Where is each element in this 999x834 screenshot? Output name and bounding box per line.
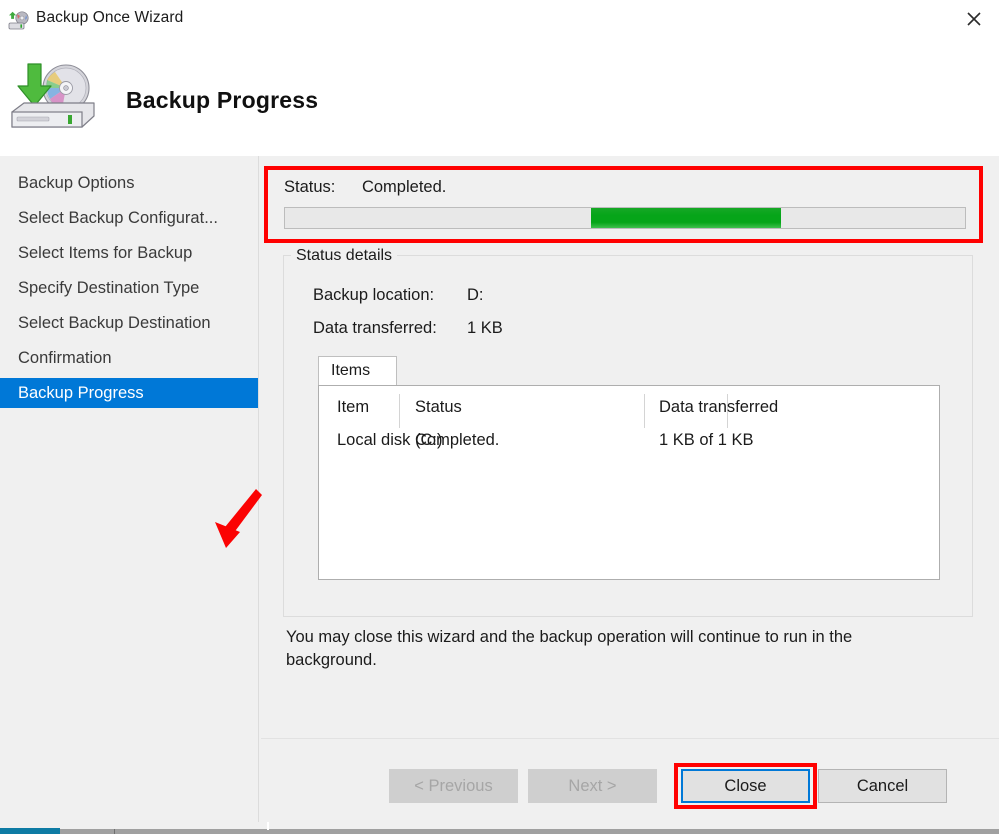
cancel-button[interactable]: Cancel — [818, 769, 947, 803]
status-label: Status: — [284, 178, 336, 196]
wizard-note-text: You may close this wizard and the backup… — [286, 628, 853, 669]
sidebar-item-backup-options[interactable]: Backup Options — [0, 168, 258, 198]
backup-disk-icon — [6, 54, 100, 142]
status-value: Completed. — [361, 178, 447, 196]
taskbar-active-indicator[interactable] — [0, 828, 60, 834]
title-bar: Backup Once Wizard — [0, 0, 999, 44]
sidebar-item-specify-destination[interactable]: Specify Destination Type — [0, 273, 258, 303]
progress-bar-fill — [591, 208, 782, 228]
wizard-header: Backup Progress — [0, 44, 999, 156]
tab-items[interactable]: Items — [318, 356, 397, 386]
backup-location-value: D: — [467, 286, 484, 304]
cell-data-transferred[interactable]: 1 KB of 1 KB — [659, 431, 753, 450]
status-row: Status: Completed. — [284, 178, 446, 197]
column-separator[interactable] — [399, 394, 400, 428]
backup-location-label: Backup location: — [313, 286, 435, 304]
sidebar-item-select-destination[interactable]: Select Backup Destination — [0, 308, 258, 338]
column-header-data-transferred[interactable]: Data transferred — [659, 398, 778, 417]
next-button[interactable]: Next > — [528, 769, 657, 803]
sidebar-item-backup-progress[interactable]: Backup Progress — [0, 378, 258, 408]
taskbar-strip — [0, 822, 999, 834]
taskbar-notch — [267, 822, 269, 830]
backup-wizard-icon — [8, 10, 30, 32]
taskbar-tick — [114, 829, 115, 834]
wizard-body: Backup Options Select Backup Configurat.… — [0, 156, 999, 822]
sidebar-divider — [258, 156, 259, 822]
taskbar-line — [0, 829, 999, 834]
column-separator[interactable] — [644, 394, 645, 428]
data-transferred-label: Data transferred: — [313, 319, 437, 337]
page-title: Backup Progress — [126, 87, 319, 113]
close-icon[interactable] — [955, 4, 993, 34]
wizard-footer: < Previous Next > Close Cancel — [261, 739, 999, 822]
data-transferred-value: 1 KB — [467, 319, 503, 337]
sidebar-item-confirmation[interactable]: Confirmation — [0, 343, 258, 373]
previous-button[interactable]: < Previous — [389, 769, 518, 803]
close-button[interactable]: Close — [681, 769, 810, 803]
status-details-legend: Status details — [291, 247, 398, 265]
wizard-step-sidebar: Backup Options Select Backup Configurat.… — [0, 156, 258, 822]
tab-strip: Items — [318, 356, 953, 386]
window-title: Backup Once Wizard — [36, 9, 184, 26]
column-header-status[interactable]: Status — [415, 398, 462, 417]
sidebar-item-select-items[interactable]: Select Items for Backup — [0, 238, 258, 268]
sidebar-item-select-backup-config[interactable]: Select Backup Configurat... — [0, 203, 258, 233]
cell-status[interactable]: Completed. — [415, 431, 499, 450]
column-header-item[interactable]: Item — [337, 398, 369, 417]
wizard-content-pane: Status: Completed. Status details Backup… — [261, 156, 999, 822]
items-table: Item Status Data transferred Local disk … — [318, 385, 940, 580]
backup-progress-bar — [284, 207, 966, 229]
